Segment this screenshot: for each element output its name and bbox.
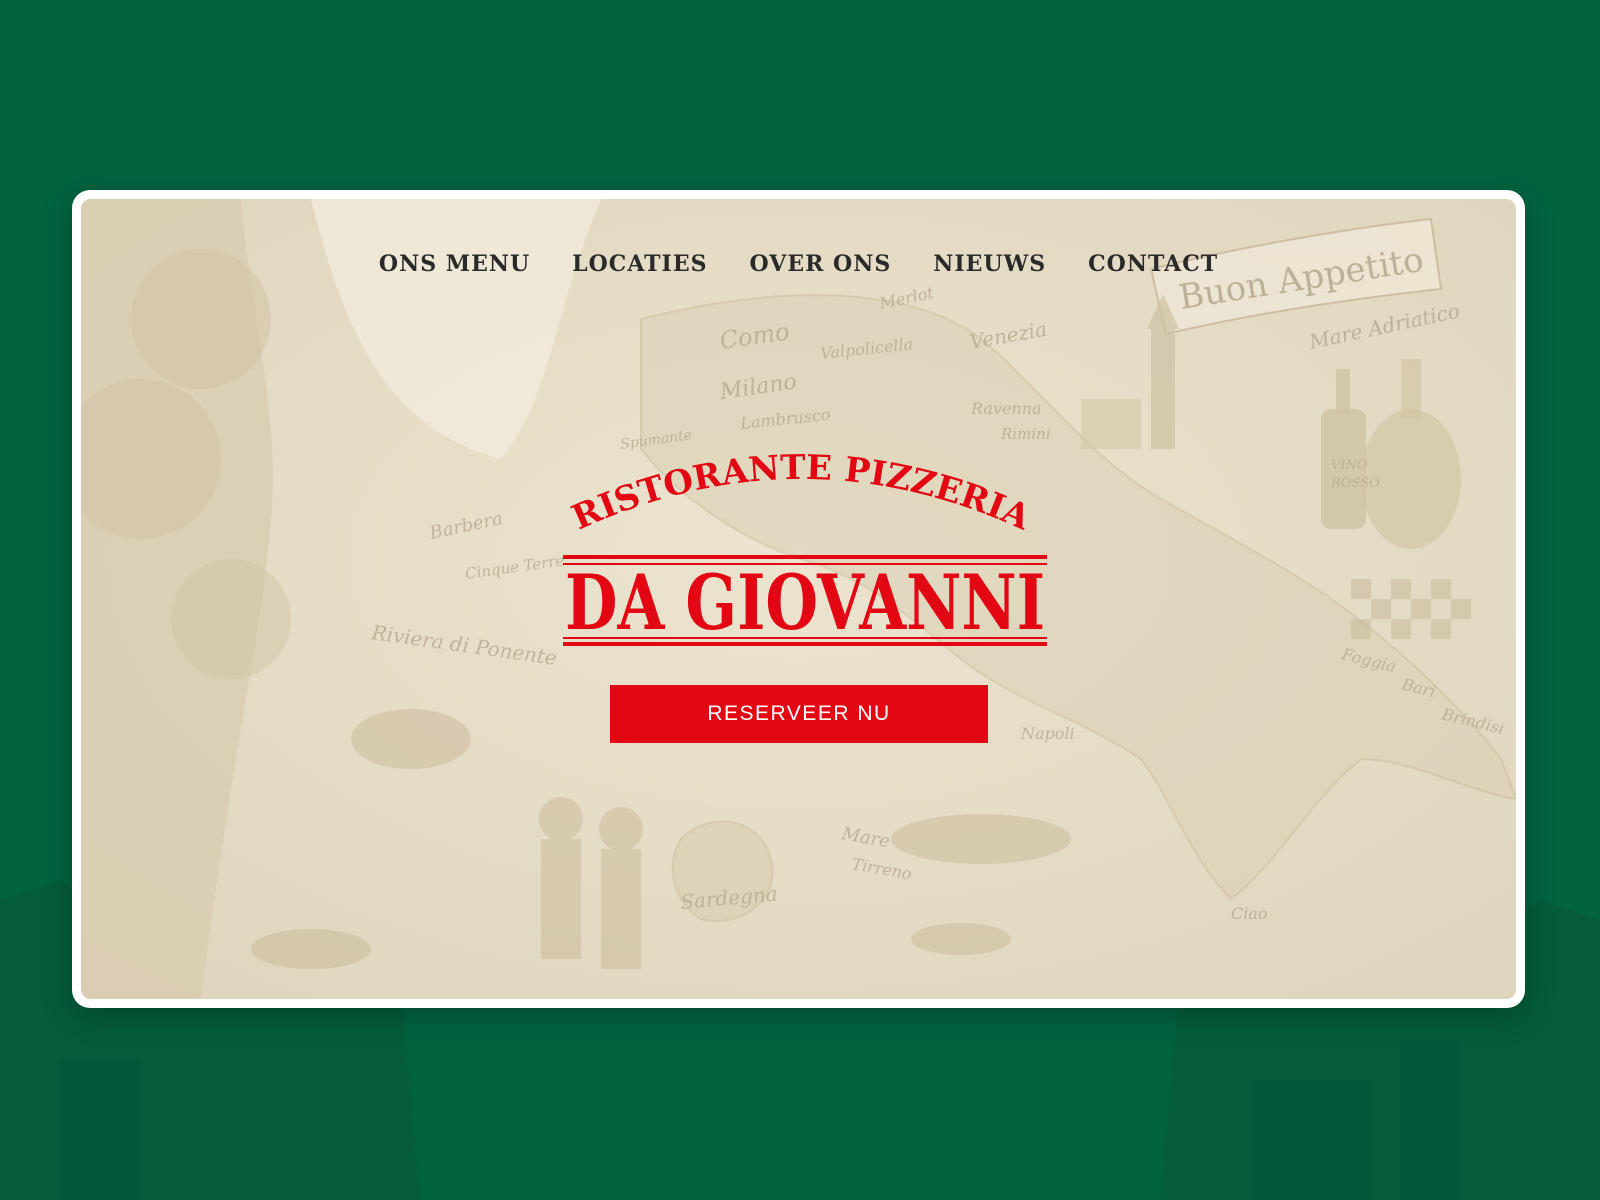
logo-top-text: RISTORANTE PIZZERIA — [566, 448, 1036, 539]
nav-item-contact[interactable]: CONTACT — [1088, 251, 1218, 277]
logo-main-text: DA GIOVANNI — [565, 558, 1045, 647]
reserveer-nu-button[interactable]: RESERVEER NU — [610, 685, 988, 743]
nav-item-ons-menu[interactable]: ONS MENU — [379, 251, 530, 277]
logo-bottom-rule-thin — [563, 637, 1047, 639]
nav-item-locaties[interactable]: LOCATIES — [572, 251, 707, 277]
browser-card: Buon Appetito Mare Adriatico Como Milano… — [72, 190, 1525, 1008]
nav-item-over-ons[interactable]: OVER ONS — [750, 251, 892, 277]
logo-bottom-rule — [563, 642, 1047, 646]
main-navigation: ONS MENU LOCATIES OVER ONS NIEUWS CONTAC… — [81, 251, 1516, 277]
hero-section: Buon Appetito Mare Adriatico Como Milano… — [81, 199, 1516, 999]
ristorante-logo: RISTORANTE PIZZERIA DA GIOVANNI — [563, 448, 1047, 647]
nav-item-nieuws[interactable]: NIEUWS — [933, 251, 1046, 277]
